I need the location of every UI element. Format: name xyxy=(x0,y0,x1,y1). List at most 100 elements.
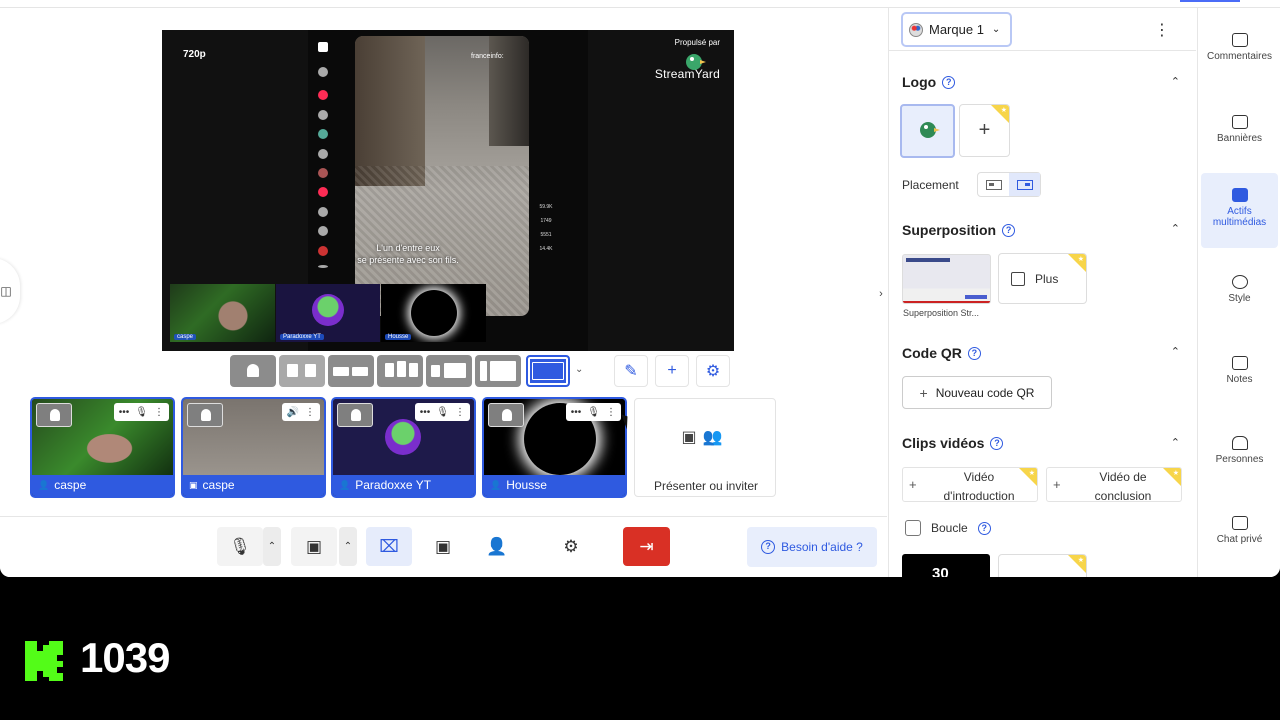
brand-panel: Marque 1 ⌄ ⋮ Logo? ⌃ + ★ Placement Superp… xyxy=(888,8,1196,577)
gear-icon: ⚙ xyxy=(705,363,721,380)
nav-banners[interactable]: Bannières xyxy=(1201,115,1278,144)
layout-screen-side[interactable] xyxy=(475,355,521,387)
countdown-clip-thumbnail[interactable]: 30 xyxy=(902,554,990,577)
participant-name: Housse xyxy=(506,478,547,492)
loop-checkbox[interactable] xyxy=(905,520,921,536)
layout-solo[interactable] xyxy=(230,355,276,387)
layout-panel-icon: ◫ xyxy=(0,284,12,298)
nav-people[interactable]: Personnes xyxy=(1201,436,1278,465)
exit-icon: ⇥ xyxy=(639,536,654,556)
hide-button[interactable] xyxy=(337,403,373,427)
following-icon xyxy=(318,149,328,159)
kebab-icon: ⋮ xyxy=(606,406,616,418)
video-source-label: franceinfo: xyxy=(471,53,504,60)
hide-button[interactable] xyxy=(488,403,524,427)
new-qr-code-button[interactable]: + Nouveau code QR xyxy=(902,376,1052,409)
overlay-more-button[interactable]: Plus ★ xyxy=(998,253,1087,304)
present-or-invite-button[interactable]: ▣👥 Présenter ou inviter xyxy=(634,398,776,497)
kebab-menu-icon[interactable]: ⋮ xyxy=(1154,20,1170,40)
help-icon: ? xyxy=(967,346,981,360)
chevron-up-icon[interactable]: ⌃ xyxy=(1171,436,1180,449)
nav-comments[interactable]: Commentaires xyxy=(1201,33,1278,62)
edit-button[interactable]: ✎ xyxy=(614,355,648,387)
explore-icon xyxy=(318,110,328,120)
left-panel-toggle[interactable]: ◫ xyxy=(0,258,20,324)
participant-name: caspe xyxy=(54,478,87,492)
chevron-up-icon[interactable]: ⌃ xyxy=(1171,75,1180,88)
banner-icon xyxy=(1231,115,1248,129)
kebab-icon: ⋮ xyxy=(154,406,164,418)
invite-button[interactable]: 👤 xyxy=(474,527,520,566)
chevron-down-icon[interactable]: ⌄ xyxy=(575,364,583,375)
plus-icon: + xyxy=(909,477,917,492)
placement-left-button[interactable] xyxy=(978,173,1009,196)
brand-selector[interactable]: Marque 1 ⌄ xyxy=(901,12,1012,47)
layout-group[interactable] xyxy=(328,355,374,387)
intro-video-button[interactable]: + Vidéo d'introduction ★ xyxy=(902,467,1038,502)
placement-right-button[interactable] xyxy=(1009,173,1040,196)
outro-video-button[interactable]: + Vidéo de conclusion ★ xyxy=(1046,467,1182,502)
camera-icon: ▣ xyxy=(305,536,323,556)
participant-tile[interactable]: 🔊 ⋮ ▣ caspe xyxy=(183,399,324,496)
present-screen-icon: ▣ xyxy=(681,429,703,446)
leave-studio-button[interactable]: ⇥ xyxy=(623,527,670,566)
mic-options-button[interactable]: ⌃ xyxy=(263,527,281,566)
camera-options-button[interactable]: ⌃ xyxy=(339,527,357,566)
settings-button[interactable]: ⚙ xyxy=(548,527,594,566)
add-media-icon xyxy=(1011,271,1025,286)
add-layout-button[interactable]: + xyxy=(655,355,689,387)
add-logo-button[interactable]: + ★ xyxy=(959,104,1010,157)
plus-icon: + xyxy=(919,384,928,401)
search-icon xyxy=(318,67,328,77)
activity-icon xyxy=(318,187,328,197)
top-border xyxy=(0,0,1280,8)
layout-side-by-side[interactable] xyxy=(279,355,325,387)
streamyard-logo-icon xyxy=(920,122,940,138)
person-icon: 👤 xyxy=(490,480,502,490)
layout-pip[interactable] xyxy=(426,355,472,387)
hide-button[interactable] xyxy=(187,403,223,427)
hide-button[interactable] xyxy=(36,403,72,427)
tile-controls[interactable]: 🔊 ⋮ xyxy=(281,403,320,421)
person-icon: 👤 xyxy=(339,480,351,490)
chevron-up-icon[interactable]: ⌃ xyxy=(1171,222,1180,235)
mic-button[interactable]: 🎙 xyxy=(217,527,263,566)
add-clip-button[interactable]: ★ xyxy=(998,554,1087,577)
participant-tile[interactable]: ••• 🎙 ⋮ 👤 Paradoxxe YT xyxy=(333,399,474,496)
participant-tile[interactable]: ••• 🎙 ⋮ 👤 caspe xyxy=(32,399,173,496)
share-screen-button[interactable]: ▣ xyxy=(420,527,466,566)
tile-controls[interactable]: ••• 🎙 ⋮ xyxy=(565,403,621,421)
more-dots-icon: ••• xyxy=(570,406,582,418)
layout-screen-full[interactable] xyxy=(526,355,570,387)
person-icon: 👤 xyxy=(38,480,50,490)
nav-private-chat[interactable]: Chat privé xyxy=(1201,516,1278,545)
more-dots-icon: ••• xyxy=(419,406,431,418)
plus-icon: + xyxy=(667,362,677,379)
logo-thumbnail[interactable] xyxy=(900,104,955,158)
stage-tile: Paradoxxe YT xyxy=(276,284,380,342)
chevron-up-icon[interactable]: ⌃ xyxy=(1171,345,1180,358)
tile-controls[interactable]: ••• 🎙 ⋮ xyxy=(113,403,169,421)
stop-screen-share-button[interactable]: ⌧ xyxy=(366,527,412,566)
layout-leader[interactable] xyxy=(377,355,423,387)
camera-button[interactable]: ▣ xyxy=(291,527,337,566)
layout-settings-button[interactable]: ⚙ xyxy=(696,355,730,387)
help-button[interactable]: ? Besoin d'aide ? xyxy=(747,527,877,567)
tile-controls[interactable]: ••• 🎙 ⋮ xyxy=(414,403,470,421)
nav-style[interactable]: Style xyxy=(1201,275,1278,304)
screen-share-icon: ▣ xyxy=(189,480,198,490)
loop-option[interactable]: Boucle? xyxy=(905,520,991,536)
overlay-caption: Superposition Str... xyxy=(903,308,980,318)
chevron-up-icon: ⌃ xyxy=(343,541,353,552)
participant-tile[interactable]: ••• 🎙 ⋮ 👤 Housse xyxy=(484,399,625,496)
kebab-icon: ⋮ xyxy=(305,406,315,418)
broadcast-stage[interactable]: 720p franceinfo: L'un d'entre eux se pré… xyxy=(162,30,734,351)
overlay-thumbnail[interactable] xyxy=(902,254,991,304)
nav-notes[interactable]: Notes xyxy=(1201,356,1278,385)
help-icon: ? xyxy=(761,540,776,554)
speaker-icon: 🔊 xyxy=(286,406,299,418)
placement-right-icon xyxy=(1016,179,1033,190)
tiktok-logo-icon xyxy=(318,42,328,52)
live-icon xyxy=(318,168,328,178)
nav-media-assets[interactable]: Actifs multimédias xyxy=(1201,173,1278,248)
